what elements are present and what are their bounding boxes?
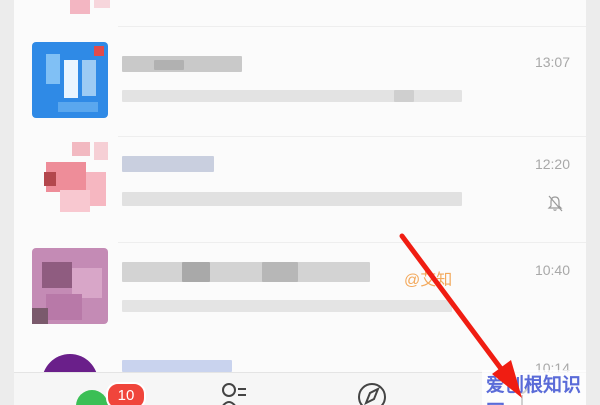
message-time: 10:40 <box>534 262 570 278</box>
avatar <box>32 142 108 218</box>
contacts-icon <box>222 383 246 405</box>
chat-list-item[interactable]: 10:14 <box>14 342 586 376</box>
watermark: 爱创根知识网 <box>482 370 586 405</box>
chat-name-blurred <box>182 262 210 282</box>
chat-list-item[interactable]: 12:20 <box>14 136 586 242</box>
tab-discover[interactable] <box>344 373 404 405</box>
chat-name-blurred <box>122 360 232 372</box>
avatar <box>32 42 108 118</box>
message-preview-blurred <box>122 192 462 206</box>
chat-name-blurred <box>122 156 214 172</box>
unread-badge: 10 <box>106 382 146 405</box>
chat-name-blurred <box>262 262 298 282</box>
avatar <box>32 248 108 324</box>
chat-name-blurred <box>122 262 370 282</box>
mute-icon <box>547 195 563 212</box>
message-preview-blurred <box>122 300 452 312</box>
avatar-fragment <box>70 0 90 14</box>
avatar-fragment <box>94 0 110 8</box>
message-preview-blurred <box>394 90 414 102</box>
compass-icon <box>358 383 386 405</box>
chat-list-screen: 13:07 12:20 @艾知 10:40 10:14 10 爱创根知识 <box>14 0 586 405</box>
chat-list-item[interactable]: 13:07 <box>14 26 586 136</box>
chat-name-blurred <box>154 60 184 70</box>
message-time: 13:07 <box>534 54 570 70</box>
message-time: 12:20 <box>534 156 570 172</box>
mention-label: @艾知 <box>404 272 453 289</box>
tab-contacts[interactable] <box>204 373 264 405</box>
left-frame <box>0 0 14 405</box>
avatar <box>32 354 108 372</box>
chat-list-item[interactable]: @艾知 10:40 <box>14 242 586 342</box>
right-frame <box>586 0 600 405</box>
